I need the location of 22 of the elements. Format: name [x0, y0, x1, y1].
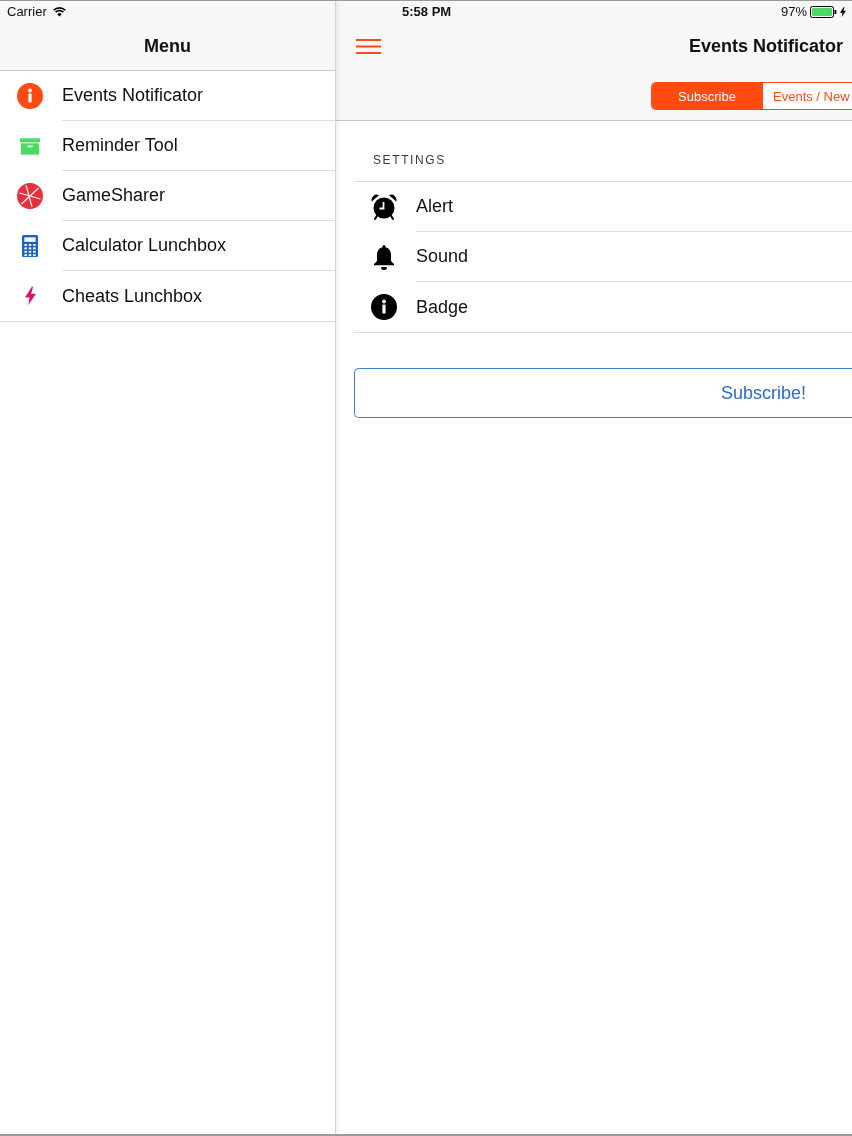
subscribe-button[interactable]: Subscribe! [354, 368, 852, 418]
page-title: Events Notificator [688, 35, 843, 57]
menu-item[interactable]: Calculator Lunchbox [0, 221, 335, 271]
setting-label: Sound [416, 246, 469, 267]
setting-label: Alert [416, 196, 453, 217]
setting-label: Badge [416, 296, 469, 318]
menu-title: Menu [144, 35, 191, 57]
section-header: SETTINGS [373, 153, 446, 167]
carrier-label: Carrier [7, 4, 47, 19]
menu-item[interactable]: Events Notificator [0, 71, 335, 121]
menu-icon[interactable] [356, 38, 381, 54]
charging-icon [840, 6, 846, 17]
bell-icon [372, 244, 396, 270]
info-icon [371, 294, 397, 320]
battery-percent: 97% [780, 4, 807, 19]
alarm-clock-icon [371, 194, 397, 220]
battery-icon [810, 5, 837, 18]
wifi-icon [51, 6, 67, 17]
time-label: 5:58 PM [402, 4, 452, 19]
menu-item[interactable]: Cheats Lunchbox [0, 271, 335, 321]
menu-item[interactable]: GameSharer [0, 171, 335, 221]
menu-item[interactable]: Reminder Tool [0, 121, 335, 171]
